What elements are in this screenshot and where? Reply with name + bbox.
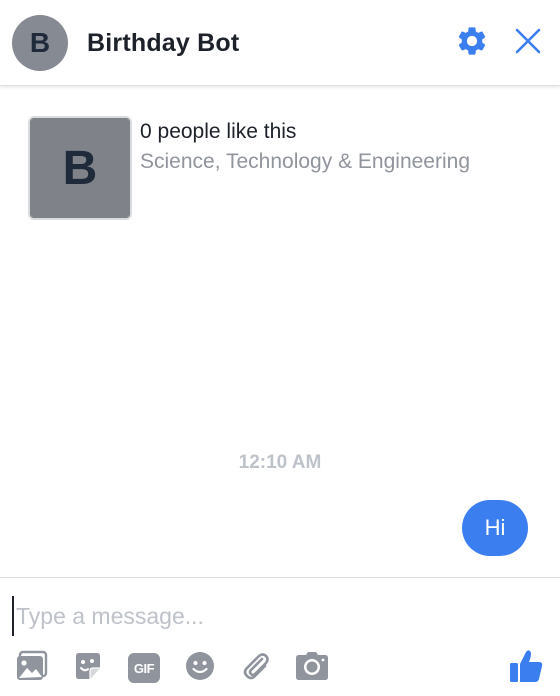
page-thumbnail[interactable]: B (28, 116, 132, 220)
gif-button[interactable]: GIF (124, 648, 164, 688)
camera-icon (295, 651, 329, 686)
photo-icon (15, 650, 49, 687)
attachment-icon (240, 650, 272, 687)
avatar[interactable]: B (12, 15, 68, 71)
camera-button[interactable] (292, 648, 332, 688)
outgoing-message-bubble[interactable]: Hi (462, 500, 528, 556)
sticker-button[interactable] (68, 648, 108, 688)
page-info-card: B 0 people like this Science, Technology… (28, 116, 528, 220)
emoji-icon (185, 651, 215, 686)
page-likes-text: 0 people like this (140, 120, 297, 143)
gif-icon: GIF (128, 653, 160, 683)
gear-icon (455, 24, 489, 63)
like-button[interactable] (506, 648, 546, 688)
close-icon (514, 27, 542, 60)
chat-title[interactable]: Birthday Bot (87, 29, 239, 58)
chat-header: B Birthday Bot (0, 0, 560, 86)
close-button[interactable] (510, 25, 546, 61)
settings-button[interactable] (454, 25, 490, 61)
composer-divider (0, 577, 560, 578)
emoji-button[interactable] (180, 648, 220, 688)
photo-button[interactable] (12, 648, 52, 688)
message-timestamp: 12:10 AM (238, 452, 322, 473)
sticker-icon (72, 650, 104, 687)
composer-toolbar: GIF (0, 640, 560, 696)
like-icon (508, 648, 544, 689)
page-category: Science, Technology & Engineering (140, 150, 471, 173)
message-input[interactable] (12, 596, 542, 636)
gif-label: GIF (133, 660, 155, 676)
attachment-button[interactable] (236, 648, 276, 688)
